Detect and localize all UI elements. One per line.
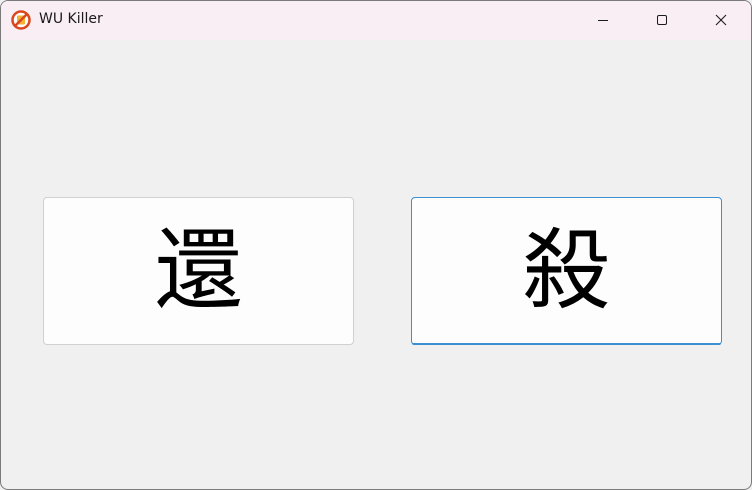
maximize-button[interactable] (633, 1, 691, 40)
close-button[interactable] (692, 1, 750, 40)
close-icon (715, 11, 727, 30)
no-symbol-icon (11, 10, 31, 30)
maximize-icon (656, 11, 668, 30)
minimize-button[interactable] (574, 1, 632, 40)
kill-button-label: 殺 (522, 219, 611, 322)
app-window: WU Killer 還 殺 (0, 0, 752, 490)
window-title: WU Killer (39, 11, 103, 27)
return-button-label: 還 (154, 219, 243, 322)
title-bar[interactable]: WU Killer (1, 1, 751, 40)
minimize-icon (597, 11, 609, 30)
return-button[interactable]: 還 (43, 197, 354, 345)
kill-button[interactable]: 殺 (411, 197, 722, 345)
